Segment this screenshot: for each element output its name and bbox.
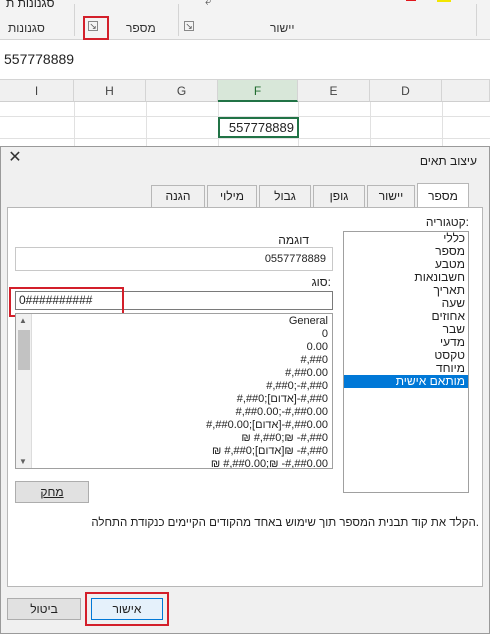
styles-group-label: סגנונות — [8, 21, 45, 35]
column-header-c[interactable] — [442, 80, 490, 102]
format-code-item[interactable]: #,##0.00;[אדום]-#,##0.00 — [206, 419, 328, 432]
ribbon-separator — [178, 4, 179, 36]
sample-box: 0557778889 — [15, 247, 333, 271]
format-code-item[interactable]: #,##0.00;-#,##0.00 — [236, 406, 328, 419]
scroll-down-icon[interactable]: ▼ — [19, 457, 27, 466]
tab-protection[interactable]: הגנה — [151, 185, 205, 207]
format-code-item[interactable]: ₪ #,##0.00;₪ -#,##0.00 — [211, 458, 328, 468]
sample-value: 0557778889 — [264, 253, 326, 265]
tab-number[interactable]: מספר — [417, 183, 469, 207]
alignment-launcher-icon[interactable]: ↘ — [184, 21, 194, 31]
wrap-icon[interactable]: ⤶ — [205, 0, 212, 9]
ribbon: סגנונות ת סגנונות ↘ מספר ↘ יישור ⤶ — [0, 0, 490, 40]
tab-alignment[interactable]: יישור — [367, 185, 415, 207]
dialog-tabs: מספר יישור גופן גבול מילוי הגנה — [151, 183, 477, 207]
font-color-icon[interactable] — [406, 0, 416, 1]
scroll-up-icon[interactable]: ▲ — [19, 316, 27, 325]
tab-fill[interactable]: מילוי — [207, 185, 257, 207]
tab-border[interactable]: גבול — [259, 185, 311, 207]
type-label: סוג: — [311, 275, 331, 289]
column-header-d[interactable]: D — [370, 80, 442, 102]
formula-bar[interactable]: 557778889 — [0, 40, 490, 80]
styles-button[interactable]: סגנונות ת — [6, 0, 54, 10]
format-code-item[interactable]: #,##0.00 — [285, 367, 328, 380]
format-code-item[interactable]: 0.00 — [307, 341, 328, 354]
column-header-g[interactable]: G — [146, 80, 218, 102]
ok-button-highlight — [85, 592, 169, 626]
format-code-list[interactable]: ▲ ▼ General 0 0.00 #,##0 #,##0.00 #,##0;… — [15, 313, 333, 469]
format-code-item[interactable]: General — [289, 315, 328, 328]
format-code-item[interactable]: #,##0;[אדום]-#,##0 — [237, 393, 328, 406]
tab-font[interactable]: גופן — [313, 185, 365, 207]
active-cell[interactable]: 557778889 — [218, 117, 299, 138]
delete-button[interactable]: מחק — [15, 481, 89, 503]
launcher-highlight — [83, 16, 109, 40]
format-code-item[interactable]: ₪ #,##0;[אדום]₪ -#,##0 — [212, 445, 328, 458]
format-code-item[interactable]: #,##0;-#,##0 — [266, 380, 328, 393]
column-header-e[interactable]: E — [298, 80, 370, 102]
category-list[interactable]: כללי מספר מטבע חשבונאות תאריך שעה אחוזים… — [343, 231, 469, 493]
close-icon[interactable]: ✕ — [7, 150, 23, 166]
sample-label: דוגמה — [278, 233, 309, 247]
cancel-button[interactable]: ביטול — [7, 598, 81, 620]
category-label: קטגוריה: — [425, 215, 469, 229]
ribbon-separator — [476, 4, 477, 36]
formula-bar-value: 557778889 — [4, 51, 75, 67]
scroll-thumb[interactable] — [18, 330, 30, 370]
ribbon-separator — [74, 4, 75, 36]
hint-text: הקלד את קוד תבנית המספר תוך שימוש באחד מ… — [91, 517, 479, 529]
number-group-label: מספר — [126, 21, 156, 35]
category-item-custom[interactable]: מותאם אישית — [344, 375, 468, 388]
format-list-scrollbar[interactable]: ▲ ▼ — [16, 314, 32, 468]
column-header-h[interactable]: H — [74, 80, 146, 102]
format-code-item[interactable]: 0 — [322, 328, 328, 341]
format-code-item[interactable]: ₪ #,##0;₪ -#,##0 — [241, 432, 328, 445]
alignment-group-label: יישור — [270, 21, 295, 35]
dialog-title: עיצוב תאים — [419, 154, 477, 168]
column-header-f[interactable]: F — [218, 80, 298, 102]
format-code-item[interactable]: #,##0 — [300, 354, 328, 367]
highlight-color-icon[interactable] — [437, 0, 451, 2]
column-header-i[interactable]: I — [0, 80, 74, 102]
format-cells-dialog: עיצוב תאים ✕ מספר יישור גופן גבול מילוי … — [0, 146, 490, 634]
